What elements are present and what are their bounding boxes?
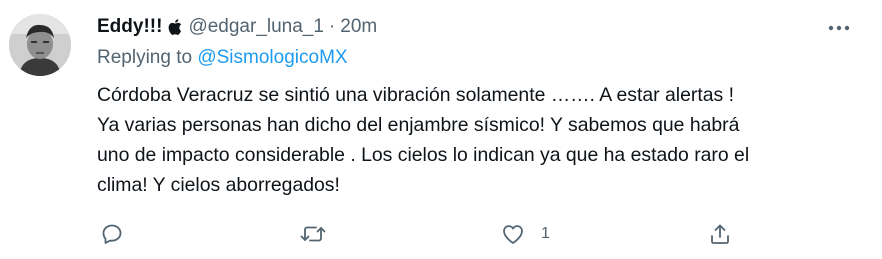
replying-to: Replying to @SismologicoMX <box>97 47 348 69</box>
retweet-icon <box>300 222 326 246</box>
tweet-text-line: uno de impacto considerable . Los cielos… <box>97 144 750 166</box>
tweet-text-line: clima! Y cielos aborregados! <box>97 174 340 196</box>
share-button[interactable] <box>708 218 732 250</box>
heart-icon <box>500 222 526 246</box>
share-icon <box>708 222 732 246</box>
apple-icon <box>168 19 182 35</box>
retweet-button[interactable] <box>300 218 326 250</box>
avatar[interactable] <box>9 14 71 76</box>
tweet-actions: 1 <box>0 218 882 250</box>
separator-dot: · <box>328 16 336 37</box>
like-count: 1 <box>541 225 550 242</box>
reply-icon <box>100 222 124 246</box>
tweet-text-line: Córdoba Veracruz se sintió una vibración… <box>97 84 734 106</box>
reply-button[interactable] <box>100 218 124 250</box>
reply-mention-link[interactable]: @SismologicoMX <box>197 47 347 68</box>
tweet[interactable]: Eddy!!! @edgar_luna_1 · 20m Replying to … <box>0 0 882 259</box>
tweet-text: Córdoba Veracruz se sintió una vibración… <box>97 80 857 200</box>
tweet-timestamp[interactable]: 20m <box>340 16 377 38</box>
like-button[interactable]: 1 <box>500 218 550 250</box>
display-name[interactable]: Eddy!!! <box>97 16 162 38</box>
user-handle[interactable]: @edgar_luna_1 <box>188 16 324 38</box>
replying-to-label: Replying to <box>97 47 193 68</box>
more-options-icon[interactable] <box>822 18 856 38</box>
avatar-image <box>9 14 71 76</box>
tweet-header: Eddy!!! @edgar_luna_1 · 20m <box>97 12 377 42</box>
tweet-text-line: Ya varias personas han dicho del enjambr… <box>97 114 740 136</box>
